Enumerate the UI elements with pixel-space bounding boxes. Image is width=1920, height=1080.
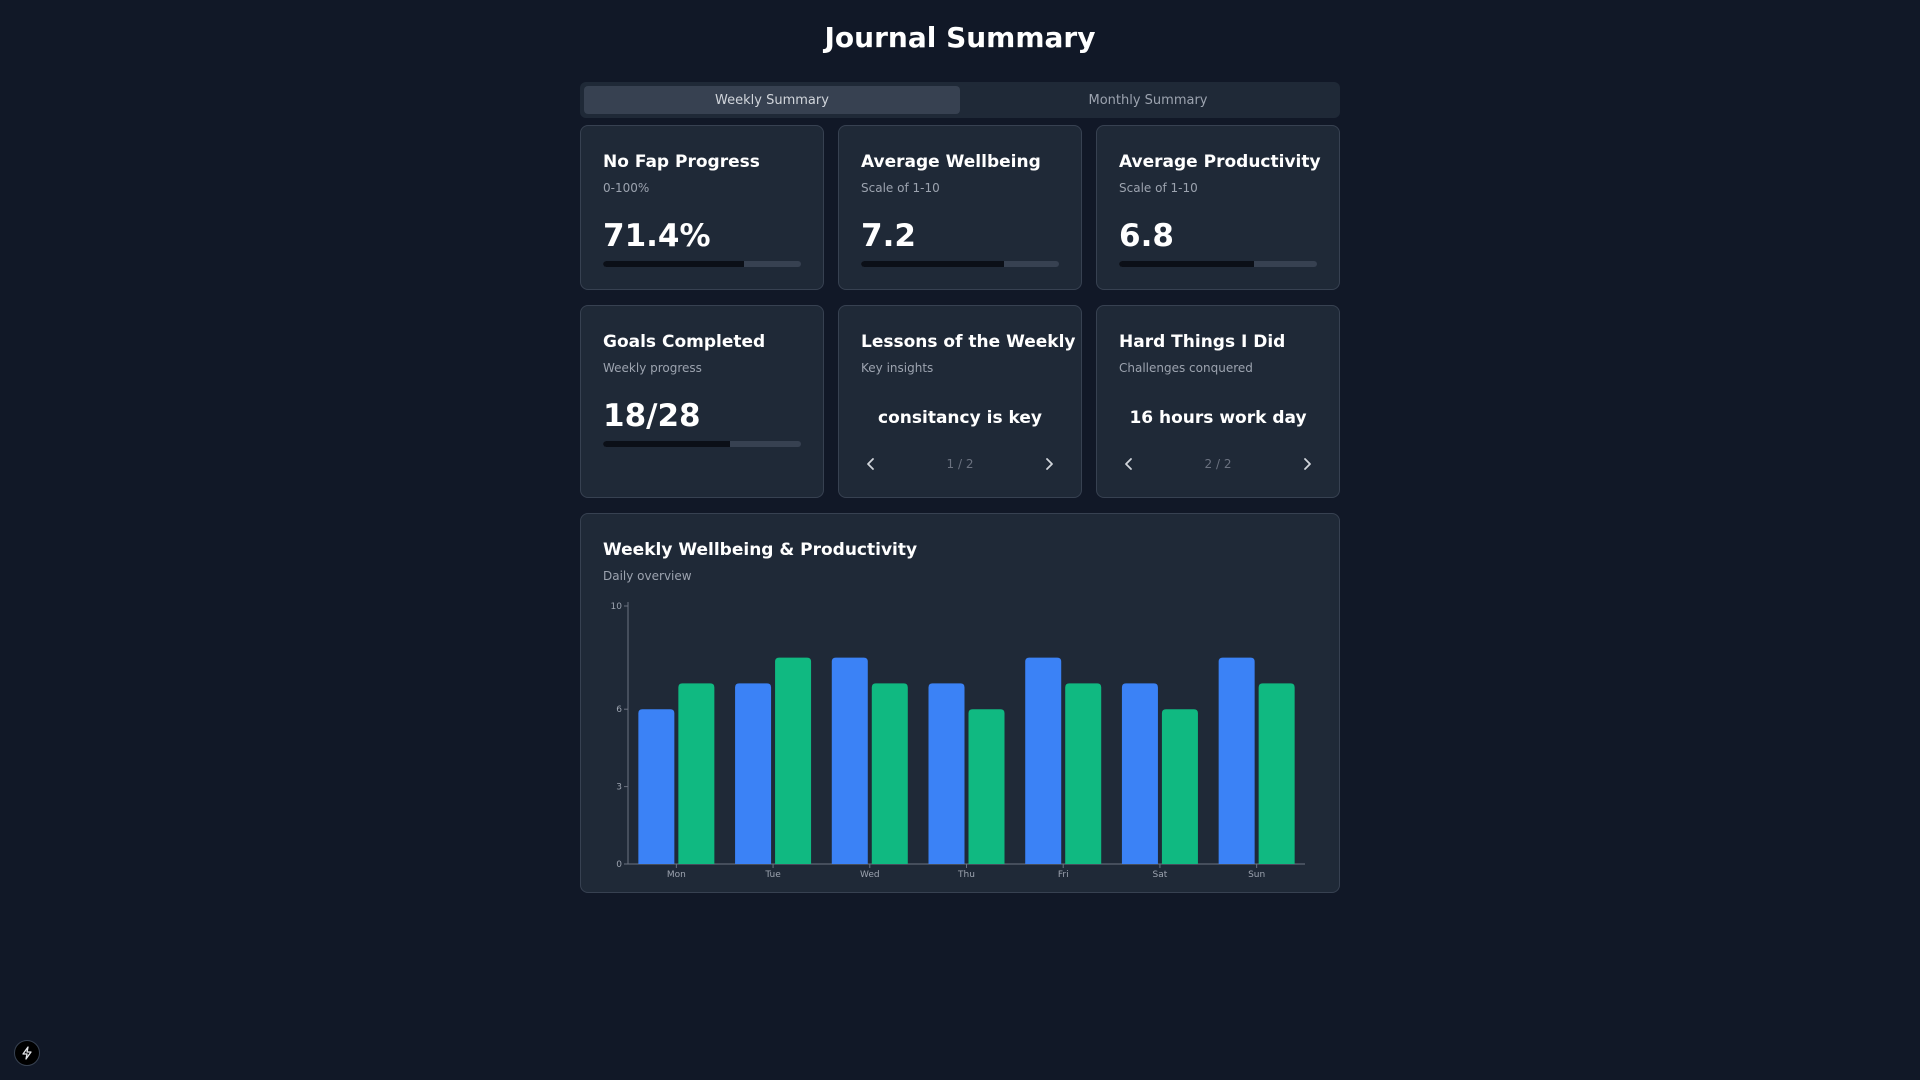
bar-tue-series-1	[735, 683, 772, 864]
x-tick-label: Sat	[1153, 870, 1168, 880]
progress-fill	[603, 441, 731, 447]
prev-button[interactable]	[1117, 452, 1141, 476]
bar-thu-series-2	[968, 709, 1005, 864]
page-indicator: 2 / 2	[1204, 457, 1232, 471]
summary-tabs: Weekly Summary Monthly Summary	[580, 82, 1340, 118]
bar-mon-series-1	[638, 709, 675, 864]
hard-things-card: Hard Things I Did Challenges conquered 1…	[1096, 305, 1340, 498]
card-title: Hard Things I Did	[1119, 332, 1286, 352]
progress-bar	[603, 261, 801, 267]
bar-mon-series-2	[678, 683, 715, 864]
bar-thu-series-1	[928, 683, 965, 864]
card-subtitle: Challenges conquered	[1119, 361, 1253, 375]
prev-button[interactable]	[859, 452, 883, 476]
x-tick-label: Mon	[667, 870, 686, 880]
bar-sat-series-2	[1161, 709, 1198, 864]
progress-bar	[603, 441, 801, 447]
bar-sun-series-1	[1218, 657, 1255, 864]
chevron-left-icon	[1125, 458, 1132, 470]
progress-fill	[861, 261, 1004, 267]
card-title: No Fap Progress	[603, 152, 760, 172]
hard-thing-text: 16 hours work day	[1129, 408, 1307, 428]
progress-fill	[1119, 261, 1254, 267]
carousel-nav: 2 / 2	[1117, 452, 1319, 476]
card-title: Lessons of the Weekly	[861, 332, 1076, 352]
card-subtitle: Weekly progress	[603, 361, 702, 375]
card-value: 6.8	[1119, 218, 1174, 254]
card-subtitle: 0-100%	[603, 181, 650, 195]
bar-fri-series-2	[1065, 683, 1102, 864]
average-productivity-card: Average Productivity Scale of 1-10 6.8	[1096, 125, 1340, 290]
y-tick-label: 6	[616, 705, 622, 715]
progress-bar	[861, 261, 1059, 267]
bolt-button[interactable]	[14, 1040, 40, 1066]
chevron-left-icon	[867, 458, 874, 470]
x-tick-label: Fri	[1058, 870, 1069, 880]
card-title: Average Wellbeing	[861, 152, 1041, 172]
weekly-chart-card: Weekly Wellbeing & Productivity Daily ov…	[580, 513, 1340, 893]
bolt-icon	[22, 1046, 32, 1060]
x-tick-label: Thu	[957, 870, 975, 880]
lesson-text: consitancy is key	[878, 408, 1042, 428]
chevron-right-icon	[1046, 458, 1053, 470]
carousel-nav: 1 / 2	[859, 452, 1061, 476]
goals-completed-card: Goals Completed Weekly progress 18/28	[580, 305, 824, 498]
y-tick-label: 3	[616, 783, 622, 793]
y-tick-label: 10	[611, 602, 623, 612]
next-button[interactable]	[1295, 452, 1319, 476]
nofap-progress-card: No Fap Progress 0-100% 71.4%	[580, 125, 824, 290]
bar-sun-series-2	[1258, 683, 1295, 864]
card-subtitle: Scale of 1-10	[861, 181, 940, 195]
y-tick-label: 0	[616, 860, 622, 870]
bar-wed-series-1	[831, 657, 868, 864]
bar-sat-series-1	[1121, 683, 1158, 864]
card-title: Average Productivity	[1119, 152, 1321, 172]
x-tick-label: Tue	[764, 870, 781, 880]
tab-weekly-summary[interactable]: Weekly Summary	[584, 86, 960, 114]
bar-chart: 0 3 6 10 Mon Tue Wed Thu Fri Sat Sun	[611, 602, 1305, 880]
card-subtitle: Key insights	[861, 361, 934, 375]
bar-wed-series-2	[871, 683, 908, 864]
tab-monthly-summary[interactable]: Monthly Summary	[960, 86, 1336, 114]
average-wellbeing-card: Average Wellbeing Scale of 1-10 7.2	[838, 125, 1082, 290]
progress-bar	[1119, 261, 1317, 267]
next-button[interactable]	[1037, 452, 1061, 476]
card-subtitle: Scale of 1-10	[1119, 181, 1198, 195]
x-tick-label: Sun	[1248, 870, 1265, 880]
card-value: 7.2	[861, 218, 916, 254]
lessons-card: Lessons of the Weekly Key insights consi…	[838, 305, 1082, 498]
page-indicator: 1 / 2	[946, 457, 974, 471]
chevron-right-icon	[1304, 458, 1311, 470]
card-title: Goals Completed	[603, 332, 766, 352]
card-value: 71.4%	[603, 218, 711, 254]
page-title: Journal Summary	[824, 21, 1096, 54]
card-value: 18/28	[603, 398, 701, 434]
x-tick-label: Wed	[860, 870, 880, 880]
bar-tue-series-2	[775, 657, 812, 864]
bar-fri-series-1	[1025, 657, 1062, 864]
progress-fill	[603, 261, 745, 267]
